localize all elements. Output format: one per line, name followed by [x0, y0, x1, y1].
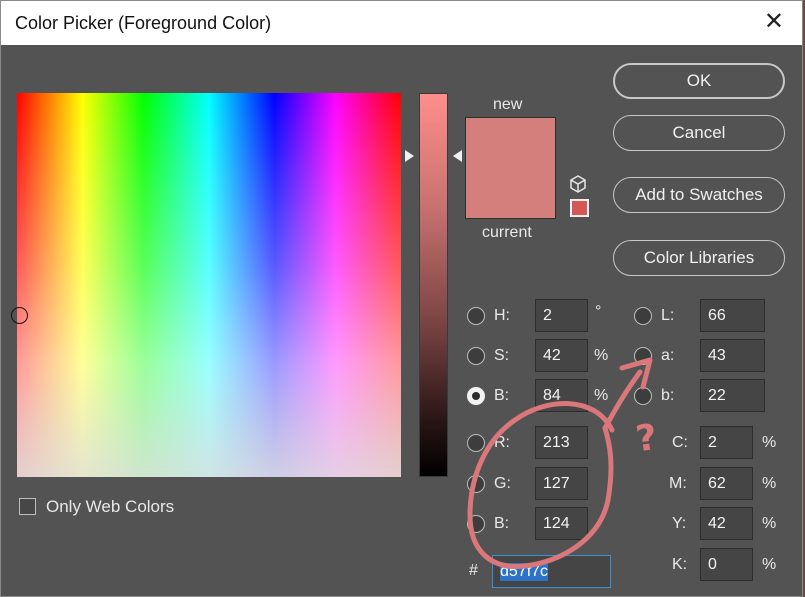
color-field-marker[interactable] [11, 307, 28, 324]
g-label: G: [494, 475, 511, 492]
radio-blue[interactable] [467, 515, 485, 533]
brightness-slider[interactable] [419, 93, 448, 477]
radio-l[interactable] [634, 307, 652, 325]
y-unit: % [762, 515, 777, 532]
current-label: current [482, 224, 532, 241]
k-unit: % [762, 556, 777, 573]
add-to-swatches-button[interactable]: Add to Swatches [613, 177, 785, 213]
cube-icon[interactable] [569, 175, 587, 193]
color-picker-dialog: Color Picker (Foreground Color) ✕ new cu… [0, 0, 803, 597]
gamut-warning-swatch[interactable] [570, 199, 589, 217]
l-input[interactable]: 66 [700, 299, 765, 332]
s-unit: % [594, 347, 609, 364]
r-label: R: [494, 434, 510, 451]
radio-g[interactable] [467, 475, 485, 493]
hex-label: # [469, 562, 478, 579]
k-label: K: [672, 556, 688, 573]
s-label: S: [494, 347, 510, 364]
m-label: M: [669, 475, 687, 492]
color-libraries-button[interactable]: Color Libraries [613, 240, 785, 276]
b-unit: % [594, 387, 609, 404]
b-label: B: [494, 387, 510, 404]
close-icon[interactable]: ✕ [764, 10, 784, 34]
c-unit: % [762, 434, 777, 451]
m-unit: % [762, 475, 777, 492]
radio-r[interactable] [467, 434, 485, 452]
c-label: C: [672, 434, 688, 451]
only-web-colors-checkbox[interactable] [19, 498, 36, 515]
ok-button[interactable]: OK [613, 63, 785, 99]
k-input[interactable]: 0 [700, 548, 753, 581]
y-input[interactable]: 42 [700, 507, 753, 540]
b-input[interactable]: 84 [535, 379, 588, 412]
h-input[interactable]: 2 [535, 299, 588, 332]
slider-arrow-left-icon[interactable] [405, 150, 414, 162]
lab-b-input[interactable]: 22 [700, 379, 765, 412]
r-input[interactable]: 213 [535, 426, 588, 459]
blue-input[interactable]: 124 [535, 507, 588, 540]
c-input[interactable]: 2 [700, 426, 753, 459]
hex-value: d57f7c [500, 562, 549, 581]
s-input[interactable]: 42 [535, 339, 588, 372]
y-label: Y: [672, 515, 687, 532]
radio-h[interactable] [467, 307, 485, 325]
title-bar: Color Picker (Foreground Color) ✕ [1, 1, 802, 45]
only-web-colors-label: Only Web Colors [46, 497, 175, 516]
a-label: a: [661, 347, 675, 364]
brightness-overlay [17, 93, 401, 477]
slider-arrow-right-icon[interactable] [453, 150, 462, 162]
radio-b[interactable] [467, 387, 485, 405]
radio-a[interactable] [634, 347, 652, 365]
color-swatch [465, 117, 556, 219]
lab-b-label: b: [661, 387, 675, 404]
a-input[interactable]: 43 [700, 339, 765, 372]
radio-s[interactable] [467, 347, 485, 365]
l-label: L: [661, 307, 675, 324]
dialog-title: Color Picker (Foreground Color) [15, 13, 272, 33]
color-field[interactable] [17, 93, 401, 477]
h-unit: ° [595, 303, 602, 320]
new-label: new [493, 96, 523, 113]
cancel-button[interactable]: Cancel [613, 115, 785, 151]
blue-label: B: [494, 515, 510, 532]
m-input[interactable]: 62 [700, 467, 753, 500]
radio-lab-b[interactable] [634, 387, 652, 405]
g-input[interactable]: 127 [535, 467, 588, 500]
hex-input[interactable]: d57f7c [492, 555, 611, 588]
h-label: H: [494, 307, 510, 324]
